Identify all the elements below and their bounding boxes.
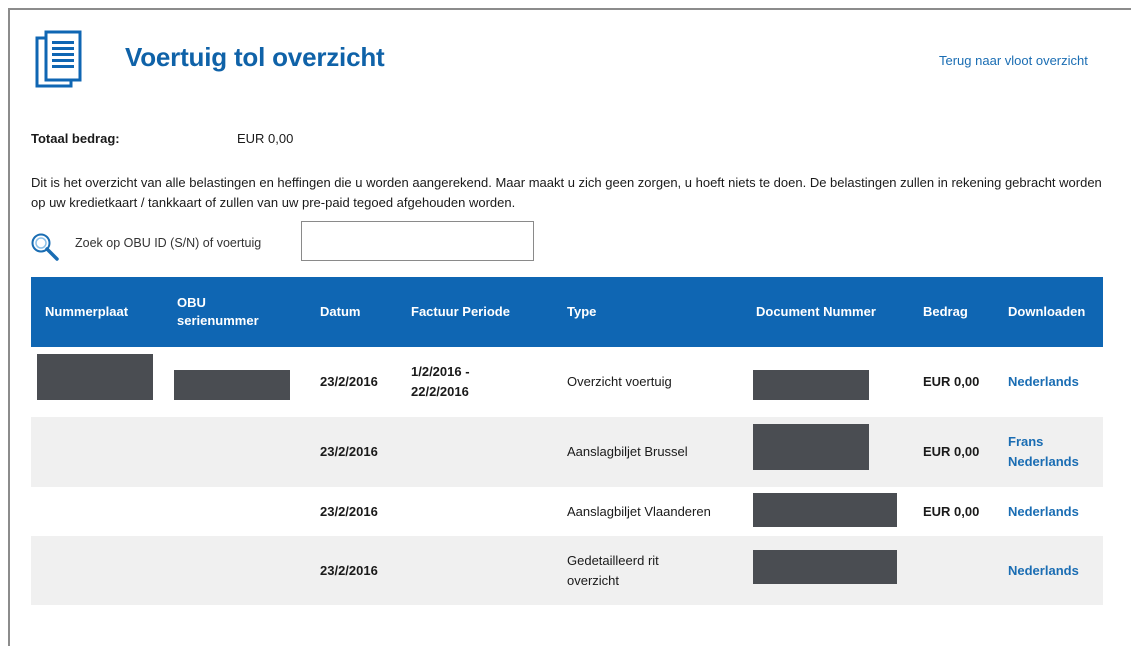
table-row: 23/2/2016 Aanslagbiljet Brussel EUR 0,00… — [31, 417, 1103, 487]
redacted-document — [753, 370, 869, 400]
cell-downloads: Nederlands — [1008, 347, 1103, 417]
cell-amount: EUR 0,00 — [923, 444, 980, 459]
download-link-nederlands[interactable]: Nederlands — [1008, 561, 1079, 581]
column-header-download: Downloaden — [1008, 304, 1086, 319]
cell-date: 23/2/2016 — [320, 562, 378, 578]
cell-date: 23/2/2016 — [320, 503, 378, 519]
column-header-plate: Nummerplaat — [45, 304, 129, 319]
download-link-nederlands[interactable]: Nederlands — [1008, 372, 1079, 392]
table-row: 23/2/2016 Gedetailleerd rit overzicht Ne… — [31, 536, 1103, 605]
column-header-period: Factuur Periode — [411, 304, 510, 319]
table-row: 23/2/2016 Aanslagbiljet Vlaanderen EUR 0… — [31, 487, 1103, 536]
cell-date: 23/2/2016 — [320, 444, 378, 459]
window-border-top — [8, 8, 1131, 10]
download-link-nederlands[interactable]: Nederlands — [1008, 452, 1079, 472]
download-link-nederlands[interactable]: Nederlands — [1008, 502, 1079, 522]
document-icon — [35, 30, 82, 88]
redacted-document — [753, 550, 897, 584]
cell-type: Aanslagbiljet Brussel — [567, 444, 688, 459]
total-amount-value: EUR 0,00 — [237, 131, 294, 146]
cell-downloads: Frans Nederlands — [1008, 417, 1103, 487]
back-to-fleet-link[interactable]: Terug naar vloot overzicht — [939, 53, 1088, 68]
window-border-left — [8, 8, 10, 646]
cell-period: 1/2/2016 - 22/2/2016 — [411, 364, 470, 399]
redacted-document — [753, 424, 869, 470]
cell-date: 23/2/2016 — [320, 374, 378, 389]
cell-type: Overzicht voertuig — [567, 374, 672, 389]
cell-type: Gedetailleerd rit overzicht — [567, 552, 659, 588]
cell-amount: EUR 0,00 — [923, 503, 980, 519]
cell-type: Aanslagbiljet Vlaanderen — [567, 503, 711, 519]
search-icon — [31, 233, 59, 261]
description-text: Dit is het overzicht van alle belastinge… — [31, 175, 1102, 210]
total-amount-label: Totaal bedrag: — [31, 131, 120, 146]
cell-downloads: Nederlands — [1008, 487, 1103, 536]
table-header: Nummerplaat OBU serienummer Datum Factuu… — [31, 277, 1103, 347]
search-input[interactable] — [301, 221, 534, 261]
column-header-date: Datum — [320, 304, 361, 319]
redacted-obu — [174, 370, 290, 400]
table-row: 23/2/2016 1/2/2016 - 22/2/2016 Overzicht… — [31, 347, 1103, 417]
redacted-plate — [37, 354, 153, 400]
redacted-document — [753, 493, 897, 527]
column-header-type: Type — [567, 304, 597, 319]
column-header-obu: OBU serienummer — [177, 295, 259, 328]
search-label: Zoek op OBU ID (S/N) of voertuig — [75, 236, 262, 250]
column-header-document: Document Nummer — [756, 304, 876, 319]
toll-table: Nummerplaat OBU serienummer Datum Factuu… — [31, 277, 1103, 605]
cell-amount: EUR 0,00 — [923, 374, 980, 389]
download-link-frans[interactable]: Frans — [1008, 432, 1079, 452]
cell-downloads: Nederlands — [1008, 536, 1103, 605]
page-title: Voertuig tol overzicht — [125, 42, 385, 72]
column-header-amount: Bedrag — [923, 304, 968, 319]
